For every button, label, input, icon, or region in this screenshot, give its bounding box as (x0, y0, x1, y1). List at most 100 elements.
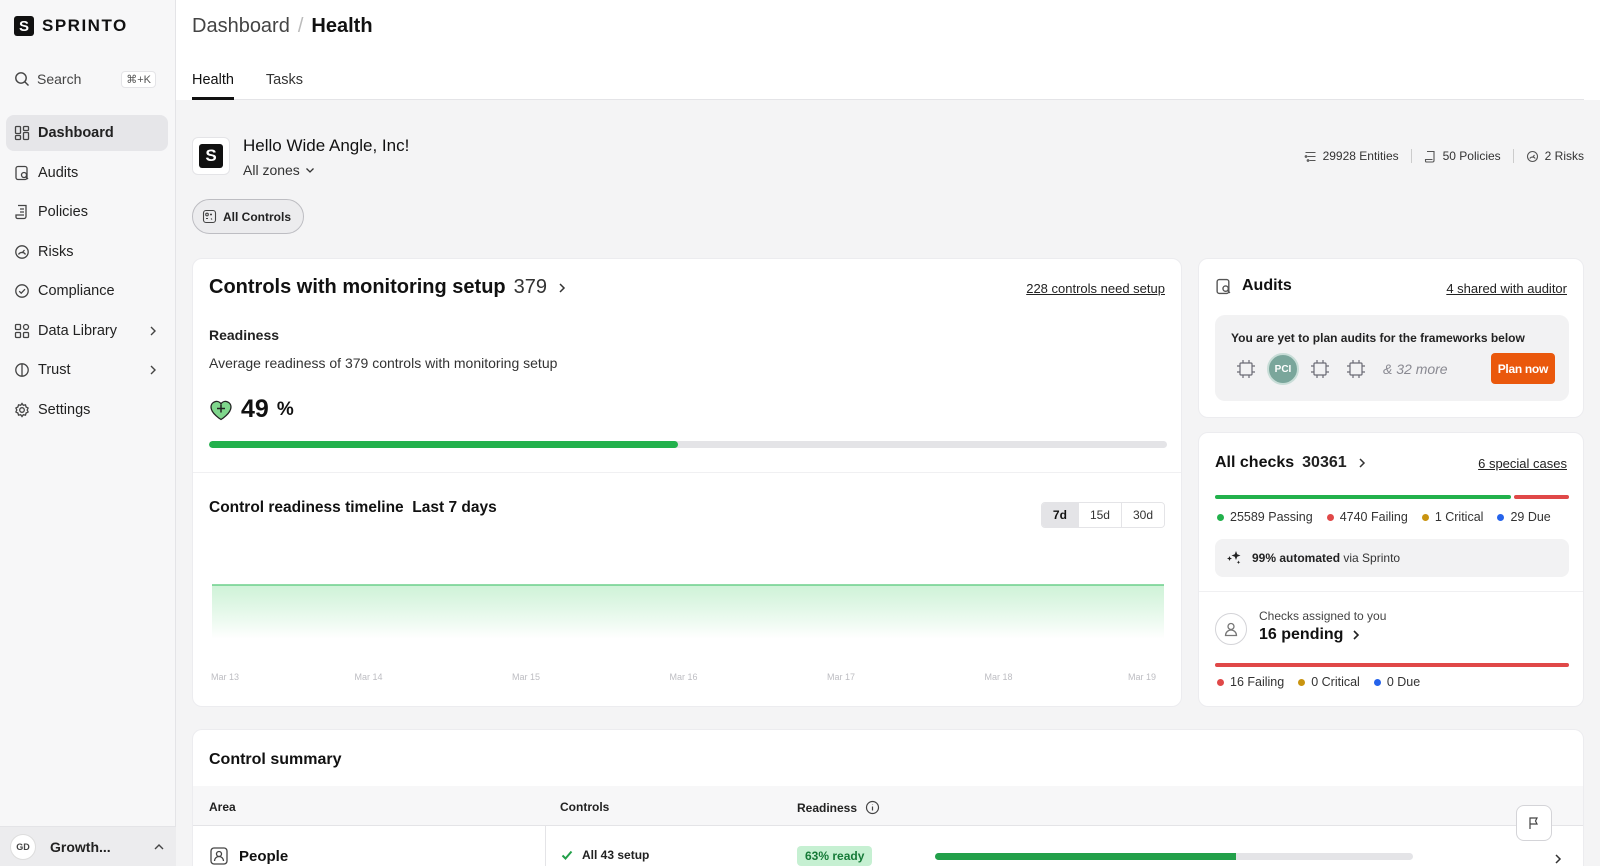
people-icon (210, 847, 228, 865)
feedback-flag-button[interactable] (1516, 805, 1552, 841)
audits-card: Audits 4 shared with auditor You are yet… (1198, 258, 1584, 418)
legend-failing[interactable]: 16 Failing (1217, 675, 1284, 689)
automated-percent: 99% automated (1252, 551, 1341, 565)
failing-dot (1217, 678, 1224, 686)
framework-icon[interactable] (1305, 354, 1335, 384)
due-dot (1497, 513, 1505, 521)
controls-title[interactable]: Controls with monitoring setup 379 (209, 276, 569, 299)
more-frameworks[interactable]: & 32 more (1383, 361, 1448, 377)
policy-icon (15, 204, 27, 220)
checks-title: All checks (1215, 454, 1295, 471)
chart-x-axis: Mar 13 Mar 14 Mar 15 Mar 16 Mar 17 Mar 18 Mar … (211, 672, 1156, 686)
breadcrumb: Dashboard / Health (192, 15, 373, 38)
column-controls[interactable]: Controls (560, 800, 609, 814)
special-cases-link[interactable]: 6 special cases (1478, 456, 1567, 471)
range-7d-button[interactable]: 7d (1041, 503, 1078, 527)
risk-icon (15, 244, 29, 259)
checks-status-bar (1215, 495, 1569, 499)
breadcrumb-separator: / (297, 15, 304, 37)
shared-with-auditor-link[interactable]: 4 shared with auditor (1446, 281, 1567, 296)
column-area[interactable]: Area (209, 800, 236, 814)
controls-setup-status: All 43 setup (582, 848, 650, 862)
plan-audits-message: You are yet to plan audits for the frame… (1231, 331, 1525, 345)
sidebar-item-compliance[interactable]: Compliance (6, 273, 168, 309)
sidebar-item-label: Trust (38, 362, 71, 378)
sidebar-item-policies[interactable]: Policies (6, 194, 168, 230)
timeline-title: Control readiness timeline Last 7 days (209, 499, 497, 517)
sidebar-item-data-library[interactable]: Data Library (6, 313, 168, 349)
sidebar-item-label: Risks (38, 243, 74, 260)
controls-card: Controls with monitoring setup 379 228 c… (192, 258, 1182, 707)
logo-text: SPRINTO (42, 16, 128, 35)
framework-list: PCI & 32 more (1231, 353, 1448, 385)
sidebar-item-settings[interactable]: Settings (6, 392, 168, 428)
controls-count: 379 (513, 276, 548, 298)
x-tick-label: Mar 19 (1127, 672, 1156, 682)
control-summary-title: Control summary (209, 751, 342, 768)
checks-legend: 25589 Passing 4740 Failing 1 Critical 29… (1217, 510, 1551, 524)
sidebar-item-risks[interactable]: Risks (6, 234, 168, 270)
column-readiness-label: Readiness (797, 800, 858, 815)
column-separator (545, 826, 546, 866)
legend-critical[interactable]: 1 Critical (1421, 510, 1483, 524)
controls-setup-link[interactable]: 228 controls need setup (1026, 281, 1165, 296)
sidebar-item-trust[interactable]: Trust (6, 352, 168, 388)
dashboard-icon (14, 125, 30, 141)
legend-critical[interactable]: 0 Critical (1298, 675, 1360, 689)
policy-icon (1424, 150, 1435, 163)
stat-risks-label: 2 Risks (1544, 149, 1584, 163)
stat-policies[interactable]: 50 Policies (1410, 149, 1513, 163)
pci-badge[interactable]: PCI (1267, 353, 1299, 385)
legend-label: 0 Critical (1311, 675, 1360, 689)
zones-dropdown[interactable]: All zones (243, 162, 316, 178)
breadcrumb-parent[interactable]: Dashboard (192, 15, 290, 38)
table-row[interactable]: People All 43 setup 63% ready (193, 826, 1583, 866)
sidebar-item-label: Settings (38, 401, 91, 418)
plan-audits-box: You are yet to plan audits for the frame… (1215, 315, 1569, 401)
plan-now-button[interactable]: Plan now (1490, 353, 1555, 384)
checks-segment (1513, 495, 1569, 499)
assigned-pending: 16 pending (1259, 626, 1344, 643)
readiness-unit: % (276, 398, 294, 420)
search-button[interactable]: Search ⌘+K (6, 66, 164, 92)
app-logo[interactable]: S SPRINTO (14, 16, 128, 36)
sidebar-item-audits[interactable]: Audits (6, 155, 168, 191)
audits-header: Audits (1215, 277, 1292, 295)
tab-tasks[interactable]: Tasks (266, 72, 303, 100)
sidebar-item-label: Compliance (38, 283, 115, 299)
checks-header[interactable]: All checks 30361 (1215, 454, 1369, 472)
timeline-period: Last 7 days (412, 499, 497, 516)
stat-entities[interactable]: 29928 Entities (1292, 149, 1411, 163)
legend-due[interactable]: 29 Due (1497, 510, 1551, 524)
framework-icon[interactable] (1231, 354, 1261, 384)
company-greeting: Hello Wide Angle, Inc! (243, 136, 410, 155)
flag-icon (1529, 817, 1538, 829)
checks-count: 30361 (1302, 454, 1347, 471)
gear-icon (15, 401, 29, 418)
sidebar: S SPRINTO Search ⌘+K Dashboard Audits Po… (0, 0, 176, 866)
x-tick-label: Mar 18 (984, 672, 1013, 682)
range-15d-button[interactable]: 15d (1077, 503, 1121, 527)
column-readiness[interactable]: Readiness (797, 800, 880, 815)
sidebar-item-label: Dashboard (38, 125, 114, 141)
entities-icon (1304, 151, 1316, 162)
chevron-right-icon (150, 326, 156, 335)
framework-icon[interactable] (1341, 354, 1371, 384)
user-name: Growth... (50, 838, 111, 855)
tab-health[interactable]: Health (192, 72, 234, 100)
info-icon[interactable] (865, 800, 880, 815)
all-controls-filter[interactable]: All Controls (192, 199, 304, 234)
tab-bar: Health Tasks (192, 72, 1584, 100)
sidebar-item-dashboard[interactable]: Dashboard (6, 115, 168, 151)
legend-passing[interactable]: 25589 Passing (1217, 510, 1313, 524)
readiness-timeline-chart (212, 584, 1164, 639)
chevron-right-icon (559, 282, 566, 293)
legend-due[interactable]: 0 Due (1373, 675, 1420, 689)
check-icon (561, 850, 573, 860)
stat-risks[interactable]: 2 Risks (1512, 149, 1584, 163)
range-30d-button[interactable]: 30d (1120, 503, 1164, 527)
user-menu[interactable]: GD Growth... (0, 826, 176, 866)
chevron-right-icon[interactable] (1551, 852, 1565, 866)
assigned-pending-link[interactable]: 16 pending (1259, 626, 1363, 644)
legend-failing[interactable]: 4740 Failing (1326, 510, 1408, 524)
